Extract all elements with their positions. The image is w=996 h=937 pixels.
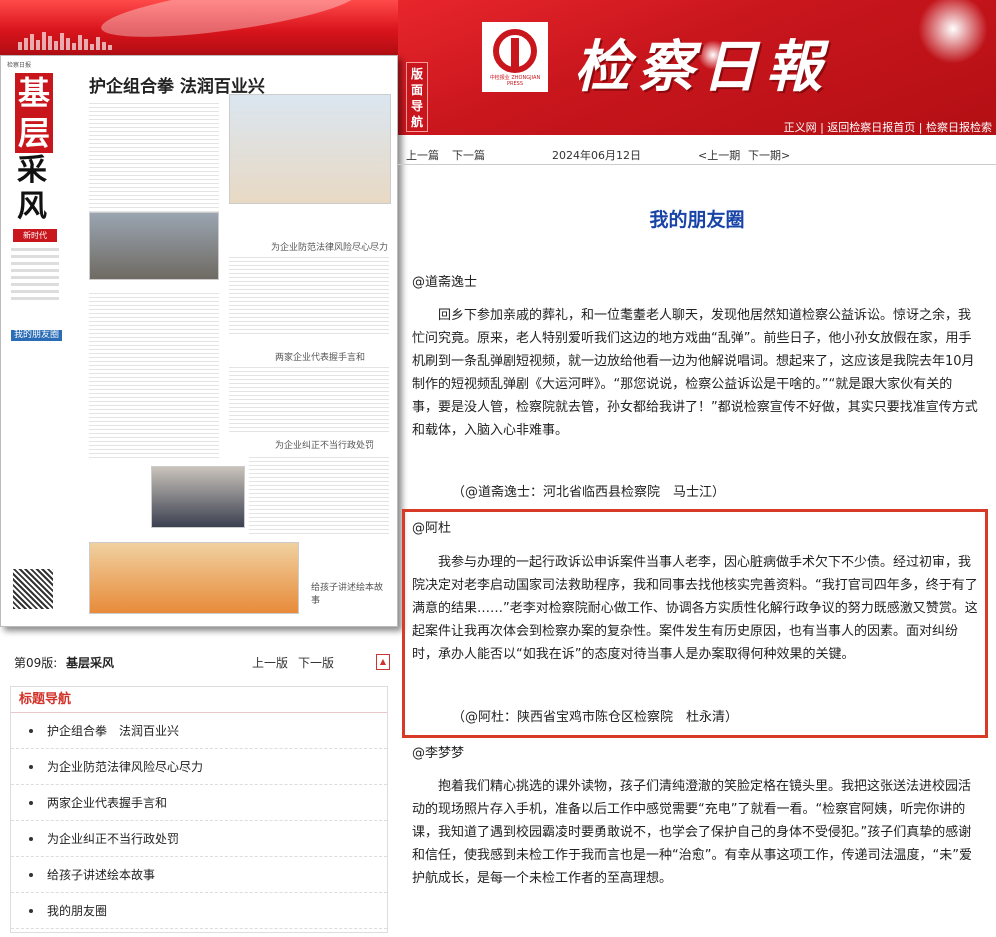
thumbnail-main: 护企组合拳 法润百业兴 为企业防范法律风险尽心尽力 两家企业代表握手言和 为企业…: [79, 62, 391, 617]
post-author: @道斋逸士: [412, 275, 478, 290]
thumbnail-info-lines: [11, 248, 69, 300]
post-signature: （@道斋逸士：河北省临西县检察院 马士江）: [452, 485, 726, 500]
section-name-red: 基层: [15, 73, 53, 153]
next-page-link[interactable]: 下一版: [298, 654, 334, 671]
nav-item-label: 为企业纠正不当行政处罚: [47, 832, 180, 846]
thumbnail-photo: [89, 212, 219, 280]
page-info-row: 第09版: 基层采风 上一版 下一版 ▲: [14, 654, 394, 672]
thumbnail-sidebar: 检察日报 基层 采风 新时代 我的朋友圈: [7, 62, 69, 617]
post-body: 回乡下参加亲戚的葬礼，和一位耄耋老人聊天，发现他居然知道检察公益诉讼。惊讶之余，…: [412, 308, 978, 438]
nav-item-article[interactable]: 护企组合拳 法润百业兴: [11, 713, 387, 749]
nav-item-label: 为企业防范法律风险尽心尽力: [47, 760, 204, 774]
nav-item-article[interactable]: 给孩子讲述绘本故事: [11, 857, 387, 893]
page-section-name: 基层采风: [66, 656, 115, 670]
next-issue-link[interactable]: 下一期>: [748, 147, 790, 163]
issue-date: 2024年06月12日: [552, 149, 641, 162]
bullet-icon: [29, 909, 33, 913]
article-title: 我的朋友圈: [649, 209, 745, 231]
banner-light-streak: [98, 0, 362, 48]
newspaper-page-thumbnail[interactable]: 检察日报 基层 采风 新时代 我的朋友圈 护企组合拳 法润百业兴 为企业防范法律…: [0, 55, 398, 627]
nav-item-label: 我的朋友圈: [47, 904, 108, 918]
prev-issue-link[interactable]: <上一期: [698, 147, 740, 163]
thumbnail-sub-headline[interactable]: 为企业防范法律风险尽心尽力: [271, 240, 388, 253]
thumbnail-friend-label[interactable]: 我的朋友圈: [11, 330, 69, 341]
bullet-icon: [29, 873, 33, 877]
pdf-icon[interactable]: ▲: [376, 654, 390, 670]
nav-item-label: 给孩子讲述绘本故事: [47, 868, 156, 882]
thumbnail-sub-headline[interactable]: 为企业纠正不当行政处罚: [275, 438, 374, 451]
post-body: 抱着我们精心挑选的课外读物，孩子们清纯澄澈的笑脸定格在镜头里。我把这张送法进校园…: [412, 779, 972, 886]
thumbnail-text-block: [89, 290, 219, 460]
zhongjian-press-logo: 中检报业 ZHONGJIAN PRESS: [482, 22, 548, 92]
thumbnail-photo: [89, 542, 299, 614]
next-article-link[interactable]: 下一篇: [452, 147, 485, 163]
qr-code-icon: [13, 569, 53, 609]
thumbnail-text-block: [229, 364, 389, 434]
bullet-icon: [29, 765, 33, 769]
bullet-icon: [29, 837, 33, 841]
nav-title: 标题导航: [11, 687, 387, 713]
thumbnail-text-block: [249, 454, 389, 534]
logo-press-text: 中检报业 ZHONGJIAN PRESS: [489, 75, 541, 87]
thumbnail-text-block: [89, 100, 219, 220]
prev-page-link[interactable]: 上一版: [252, 654, 288, 671]
thumbnail-photo: [229, 94, 391, 204]
nav-item-label: 护企组合拳 法润百业兴: [47, 724, 180, 738]
nav-item-article[interactable]: 我的朋友圈: [11, 893, 387, 929]
post-signature: （@阿杜：陕西省宝鸡市陈仓区检察院 杜永清）: [452, 710, 739, 725]
thumbnail-photo: [151, 466, 245, 528]
post-author: @阿杜: [412, 521, 452, 536]
section-name-black: 采风: [17, 153, 47, 224]
thumbnail-brand: 检察日报: [7, 62, 32, 69]
nav-item-article[interactable]: 两家企业代表握手言和: [11, 785, 387, 821]
sparkle-decoration: [918, 0, 988, 64]
banner-bars-decoration: [18, 30, 118, 50]
article-nav-bar: 上一篇 下一篇 2024年06月12日 <上一期 下一期>: [398, 135, 996, 165]
thumbnail-sub-headline[interactable]: 给孩子讲述绘本故事: [311, 580, 391, 606]
newspaper-title: 检察日報: [574, 34, 830, 100]
nav-item-article[interactable]: 为企业纠正不当行政处罚: [11, 821, 387, 857]
layout-guide-label[interactable]: 版面导航: [406, 62, 428, 132]
post-body: 我参与办理的一起行政诉讼申诉案件当事人老李，因心脏病做手术欠下不少债。经过初审，…: [412, 555, 978, 662]
title-navigation: 标题导航 护企组合拳 法润百业兴 为企业防范法律风险尽心尽力 两家企业代表握手言…: [10, 686, 388, 933]
edition-badge: 新时代: [13, 229, 57, 242]
thumbnail-sub-headline[interactable]: 两家企业代表握手言和: [275, 350, 365, 363]
masthead: 版面导航 中检报业 ZHONGJIAN PRESS 检察日報 正义网 | 返回检…: [398, 0, 996, 135]
prev-article-link[interactable]: 上一篇: [406, 147, 439, 163]
page: 版面导航 中检报业 ZHONGJIAN PRESS 检察日報 正义网 | 返回检…: [0, 0, 996, 937]
nav-item-article[interactable]: 为企业防范法律风险尽心尽力: [11, 749, 387, 785]
post-author: @李梦梦: [412, 746, 465, 761]
masthead-links[interactable]: 正义网 | 返回检察日报首页 | 检察日报检索: [784, 119, 992, 135]
page-number-label: 第09版:: [14, 656, 58, 670]
thumbnail-text-block: [229, 254, 389, 334]
nav-item-label: 两家企业代表握手言和: [47, 796, 168, 810]
bullet-icon: [29, 801, 33, 805]
bullet-icon: [29, 729, 33, 733]
